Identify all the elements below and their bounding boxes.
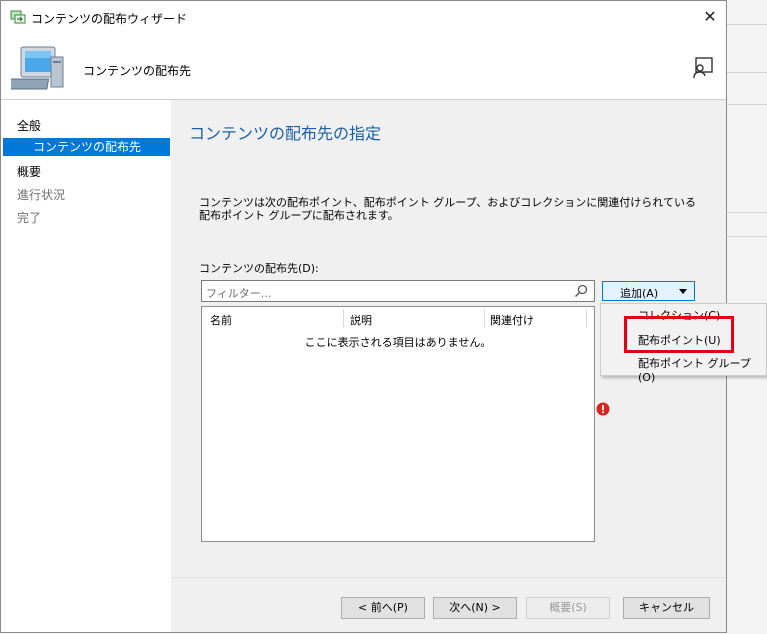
page-title: コンテンツの配布先の指定 [189,124,382,143]
menu-item-distribution-point-group[interactable]: 配布ポイント グループ(O) [638,355,766,384]
highlight-annotation-box [624,316,734,353]
wizard-app-icon [10,10,26,24]
nav-item-completion: 完了 [17,211,42,225]
column-divider[interactable] [586,309,587,327]
background-divider [727,212,767,213]
search-icon[interactable] [574,284,588,298]
column-header-name[interactable]: 名前 [210,312,232,328]
close-icon: ✕ [703,7,717,26]
empty-list-message: ここに表示される項目はありません。 [304,336,492,349]
computer-icon [11,46,64,90]
page-description: コンテンツは次の配布ポイント、配布ポイント グループ、およびコレクションに関連付… [199,196,696,222]
dropdown-arrow-icon [679,289,687,294]
destination-list[interactable]: 名前 説明 関連付け ここに表示される項目はありません。 [201,306,595,542]
background-divider [727,104,767,105]
filter-input[interactable]: フィルター... [201,280,595,302]
column-divider[interactable] [484,309,485,327]
destination-list-label: コンテンツの配布先(D): [199,262,319,275]
add-button-label: 追加(A) [620,287,659,300]
column-header-association[interactable]: 関連付け [490,312,534,328]
nav-item-progress: 進行状況 [17,188,66,202]
back-button[interactable]: < 前へ(P) [341,597,425,619]
next-button[interactable]: 次へ(N) > [433,597,517,619]
error-icon [596,402,610,416]
help-person-icon[interactable] [691,57,713,79]
filter-placeholder: フィルター... [206,287,272,300]
summary-button: 概要(S) [526,597,610,619]
column-divider[interactable] [343,309,344,327]
wizard-nav: 全般 コンテンツの配布先 概要 進行状況 完了 [1,100,171,632]
nav-item-summary[interactable]: 概要 [17,163,41,180]
window-title: コンテンツの配布ウィザード [31,12,188,26]
title-bar: コンテンツの配布ウィザード ✕ [1,1,726,33]
background-divider [727,236,767,237]
add-dropdown-button[interactable]: 追加(A) [602,281,695,301]
wizard-header: コンテンツの配布先 [1,33,726,99]
close-button[interactable]: ✕ [698,5,722,29]
footer-separator [171,577,726,578]
nav-item-general[interactable]: 全般 [17,117,41,134]
nav-item-content-destination[interactable]: コンテンツの配布先 [3,138,170,156]
background-divider [727,24,767,25]
column-header-description[interactable]: 説明 [350,312,372,328]
header-title: コンテンツの配布先 [83,64,192,78]
background-divider [727,72,767,73]
cancel-button[interactable]: キャンセル [623,597,710,619]
